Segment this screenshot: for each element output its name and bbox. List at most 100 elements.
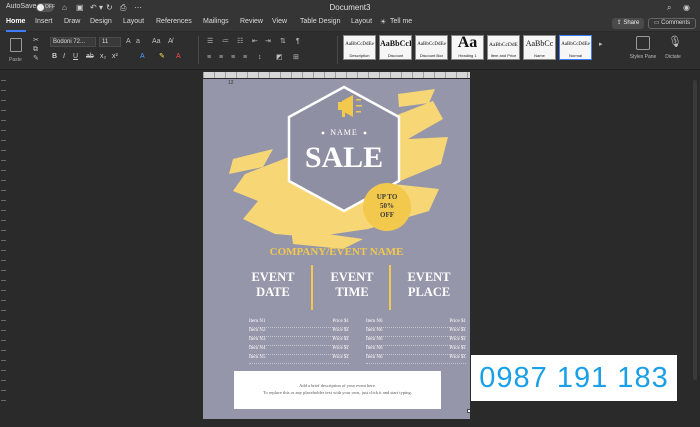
share-label: Share — [623, 20, 640, 26]
tab-home[interactable]: Home — [6, 18, 25, 25]
style-name: Discount Box — [419, 53, 444, 58]
ruler-ticks — [203, 72, 470, 78]
font-name-dropdown[interactable]: Bodoni 72... — [50, 37, 96, 47]
grow-font-icon[interactable]: A — [126, 38, 131, 46]
clear-formatting-icon[interactable]: A̸ — [168, 38, 173, 46]
discount-line-1: UP TO — [376, 193, 398, 201]
discount-line-2: 50% — [380, 202, 394, 210]
justify-icon[interactable]: ≡ — [243, 54, 247, 62]
vertical-scrollbar[interactable] — [693, 80, 697, 380]
tab-references[interactable]: References — [156, 18, 192, 25]
items-list-left: Item N1 Price $1 Item N2 Price $1 Item N3 P… — [249, 319, 349, 364]
description-box[interactable]: Add a brief description of your event he… — [234, 371, 441, 409]
company-name[interactable]: COMPANY/EVENT NAME — [203, 246, 470, 258]
tab-layout-table[interactable]: Layout — [351, 18, 372, 25]
list-item[interactable]: Item N6 Price $1 — [366, 319, 466, 328]
format-painter-icon[interactable]: ✎ — [33, 55, 39, 63]
list-item[interactable]: Item N5 Price $1 — [249, 355, 349, 364]
lightbulb-icon[interactable]: ☀ — [380, 18, 386, 26]
sort-icon[interactable]: ⇅ — [280, 38, 286, 46]
show-marks-icon[interactable]: ¶ — [296, 38, 300, 46]
list-item[interactable]: Item N3 Price $1 — [249, 337, 349, 346]
align-right-icon[interactable]: ≡ — [231, 54, 235, 62]
tab-mailings[interactable]: Mailings — [203, 18, 229, 25]
superscript-icon[interactable]: x² — [112, 53, 118, 61]
item-name: Item N6 — [366, 319, 383, 324]
list-item[interactable]: Item N6 Price $1 — [366, 337, 466, 346]
resize-handle[interactable] — [467, 409, 470, 413]
tab-table-design[interactable]: Table Design — [300, 18, 340, 25]
font-size-dropdown[interactable]: 11 — [99, 37, 121, 47]
name-label[interactable]: NAME — [294, 128, 394, 137]
bullets-icon[interactable]: ☰ — [207, 38, 213, 46]
account-icon[interactable]: ◉ — [683, 3, 690, 12]
increase-indent-icon[interactable]: ⇥ — [265, 38, 271, 46]
shrink-font-icon[interactable]: a — [136, 38, 140, 46]
tab-tell-me[interactable]: Tell me — [390, 18, 412, 25]
style-name[interactable]: AaBbCc Name — [523, 35, 556, 60]
decrease-indent-icon[interactable]: ⇤ — [252, 38, 258, 46]
item-price: Price $1 — [332, 319, 349, 324]
style-discount-box[interactable]: AaBbCcDdEe Discount Box — [415, 35, 448, 60]
borders-icon[interactable]: ⊞ — [293, 54, 299, 62]
highlight-icon[interactable]: ✎ — [159, 53, 165, 61]
search-icon[interactable]: ⌕ — [667, 3, 671, 12]
event-time[interactable]: EVENT TIME — [312, 270, 392, 300]
align-left-icon[interactable]: ≡ — [207, 54, 211, 62]
document-page[interactable]: 12 NAME SALE UP TO 50% OFF COMPANY/EVENT… — [203, 79, 470, 419]
item-name: Item N6 — [366, 328, 383, 333]
style-item-and-price[interactable]: AaBbCcDdE Item and Price — [487, 35, 520, 60]
item-name: Item N6 — [366, 355, 383, 360]
style-name: Item and Price — [490, 53, 517, 58]
comments-button[interactable]: ▭ Comments — [648, 18, 696, 29]
tab-review[interactable]: Review — [240, 18, 263, 25]
italic-icon[interactable]: I — [63, 53, 65, 61]
list-item[interactable]: Item N6 Price $1 — [366, 346, 466, 355]
style-heading-1[interactable]: Aa Heading 1 — [451, 35, 484, 60]
text-effects-icon[interactable]: A — [140, 53, 145, 61]
align-center-icon[interactable]: ≡ — [219, 54, 223, 62]
styles-expand-icon[interactable]: ▸ — [599, 41, 603, 49]
tab-view[interactable]: View — [272, 18, 287, 25]
item-price: Price $1 — [332, 346, 349, 351]
tab-insert[interactable]: Insert — [35, 18, 53, 25]
multilevel-list-icon[interactable]: ☷ — [237, 38, 243, 46]
item-price: Price $1 — [332, 355, 349, 360]
event-line: EVENT — [330, 270, 374, 284]
phone-overlay: 0987 191 183 — [471, 355, 677, 401]
list-item[interactable]: Item N4 Price $1 — [249, 346, 349, 355]
strikethrough-icon[interactable]: ab — [86, 53, 94, 61]
style-normal[interactable]: AaBbCcDdEe Normal — [559, 35, 592, 60]
styles-pane-icon[interactable] — [636, 36, 650, 50]
paste-label: Paste — [9, 57, 22, 63]
bold-icon[interactable]: B — [52, 53, 57, 61]
style-name: Heading 1 — [458, 53, 477, 58]
discount-text[interactable]: UP TO 50% OFF — [363, 193, 411, 220]
event-date[interactable]: EVENT DATE — [233, 270, 313, 300]
subscript-icon[interactable]: x₂ — [100, 53, 106, 61]
list-item[interactable]: Item N1 Price $1 — [249, 319, 349, 328]
font-color-icon[interactable]: A — [176, 53, 181, 61]
sale-label[interactable]: SALE — [289, 141, 399, 175]
list-item[interactable]: Item N2 Price $1 — [249, 328, 349, 337]
paste-icon[interactable] — [10, 38, 22, 52]
title-bar: AutoSave OFF ⌂ ▣ ↶ ▾ ↻ ⎙ ⋯ Document3 ⌕ ◉ — [0, 0, 700, 16]
tab-layout[interactable]: Layout — [123, 18, 144, 25]
style-discount[interactable]: AaBbCcI Discount — [379, 35, 412, 60]
list-item[interactable]: Item N6 Price $1 — [366, 328, 466, 337]
style-description[interactable]: AaBbCcDdEe Description — [343, 35, 376, 60]
microphone-icon[interactable]: 🎙 — [668, 37, 682, 48]
line-spacing-icon[interactable]: ↕ — [258, 54, 262, 62]
tab-design[interactable]: Design — [90, 18, 112, 25]
cut-icon[interactable]: ✂ — [33, 37, 39, 45]
copy-icon[interactable]: ⧉ — [33, 46, 38, 54]
share-button[interactable]: ⇪ Share — [612, 18, 644, 29]
event-place[interactable]: EVENT PLACE — [389, 270, 469, 300]
event-line: EVENT — [251, 270, 295, 284]
underline-icon[interactable]: U — [73, 53, 78, 61]
change-case-icon[interactable]: Aa — [152, 38, 161, 46]
list-item[interactable]: Item N6 Price $1 — [366, 355, 466, 364]
numbering-icon[interactable]: ≔ — [222, 38, 229, 46]
shading-icon[interactable]: ◩ — [276, 54, 283, 62]
tab-draw[interactable]: Draw — [64, 18, 80, 25]
